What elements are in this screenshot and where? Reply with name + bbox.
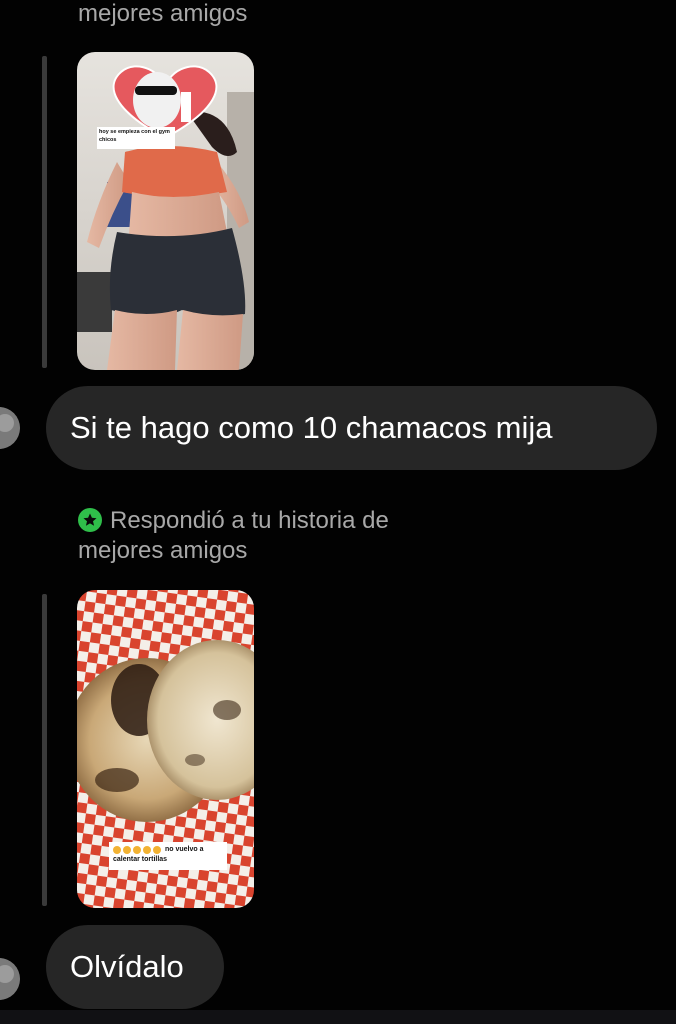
- message-text: Olvídalo: [70, 949, 184, 984]
- story-reply-caption: Respondió a tu historia de mejores amigo…: [78, 506, 389, 566]
- message-bubble[interactable]: Si te hago como 10 chamacos mija: [46, 386, 657, 470]
- message-text: Si te hago como 10 chamacos mija: [70, 410, 553, 445]
- avatar[interactable]: [0, 958, 20, 1000]
- story-overlay-text: hoy se empieza con el gym chicos: [99, 129, 170, 143]
- dm-thread: mejores amigos hoy se empieza con el gym…: [0, 0, 676, 1024]
- story-overlay-text: no vuelvo a calentar tortillas: [113, 846, 204, 863]
- avatar[interactable]: [0, 407, 20, 449]
- close-friends-star-icon: [78, 508, 102, 532]
- story-thumbnail-gym[interactable]: hoy se empieza con el gym chicos: [77, 52, 254, 370]
- reply-indicator-line: [42, 594, 47, 906]
- caption-line-2: mejores amigos: [78, 537, 248, 564]
- story-thumbnail-tortillas[interactable]: no vuelvo a calentar tortillas: [77, 590, 254, 908]
- caption-line: mejores amigos: [78, 0, 248, 27]
- story-reply-caption-top: mejores amigos: [78, 0, 247, 29]
- reply-indicator-line: [42, 56, 47, 368]
- caption-line-1: Respondió a tu historia de: [110, 507, 389, 534]
- bottom-edge: [0, 1010, 676, 1024]
- story-image-gym: [77, 52, 254, 370]
- message-bubble[interactable]: Olvídalo: [46, 925, 224, 1009]
